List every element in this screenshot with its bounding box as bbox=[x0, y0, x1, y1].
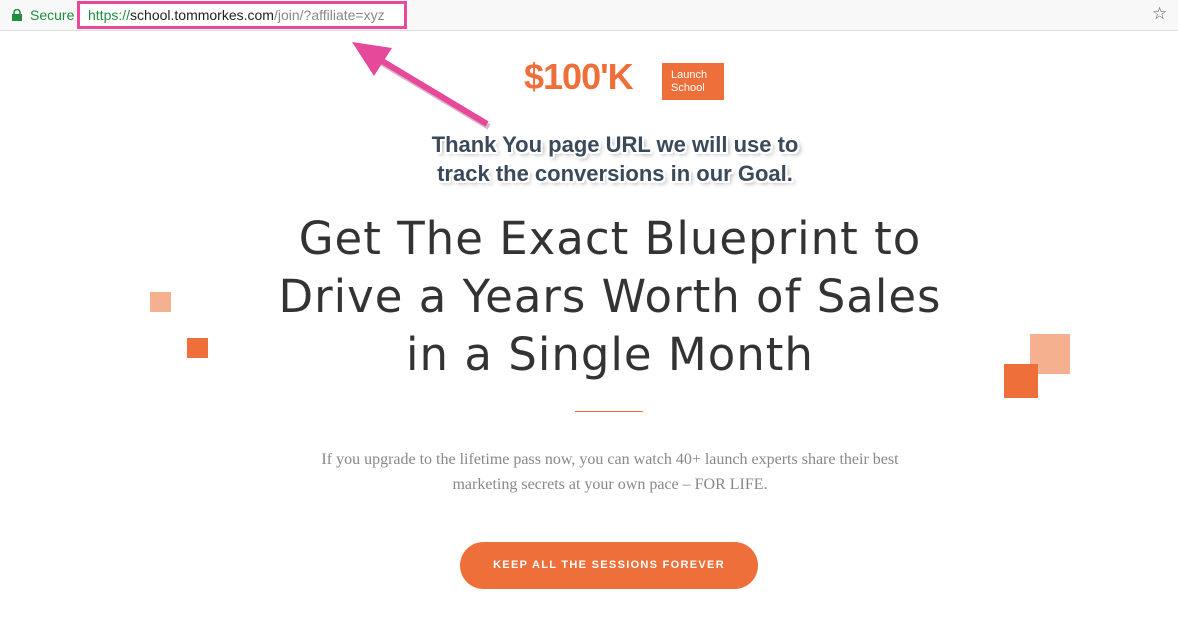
decor-square-left-light bbox=[150, 292, 171, 312]
secure-label: Secure bbox=[30, 7, 75, 23]
subtext-line2: marketing secrets at your own pace – FOR… bbox=[452, 476, 768, 493]
annotation-text: Thank You page URL we will use to track … bbox=[400, 130, 830, 188]
logo-badge: Launch School bbox=[662, 63, 724, 100]
headline-line3: in a Single Month bbox=[406, 328, 814, 381]
logo-badge-line1: Launch bbox=[671, 69, 708, 81]
lock-icon bbox=[12, 9, 22, 21]
address-bar: Secure https://school.tommorkes.com/join… bbox=[0, 0, 1178, 31]
subtext: If you upgrade to the lifetime pass now,… bbox=[270, 447, 950, 497]
headline-line2: Drive a Years Worth of Sales bbox=[278, 270, 942, 323]
bookmark-star-icon[interactable]: ☆ bbox=[1152, 4, 1167, 24]
url-path: /join/?affiliate=xyz bbox=[273, 7, 385, 23]
logo-badge-line2: School bbox=[671, 82, 705, 94]
divider bbox=[575, 411, 643, 412]
keep-sessions-button[interactable]: KEEP ALL THE SESSIONS FOREVER bbox=[460, 542, 758, 589]
annotation-line1: Thank You page URL we will use to bbox=[431, 132, 799, 157]
page-headline: Get The Exact Blueprint to Drive a Years… bbox=[200, 210, 1020, 384]
annotation-line2: track the conversions in our Goal. bbox=[437, 161, 793, 186]
url-field[interactable]: https://school.tommorkes.com/join/?affil… bbox=[88, 7, 385, 23]
subtext-line1: If you upgrade to the lifetime pass now,… bbox=[321, 451, 899, 468]
headline-line1: Get The Exact Blueprint to bbox=[298, 212, 922, 265]
url-host: school.tommorkes.com bbox=[130, 7, 274, 23]
url-scheme: https:// bbox=[88, 7, 131, 23]
logo-text: $100'K bbox=[524, 56, 634, 97]
